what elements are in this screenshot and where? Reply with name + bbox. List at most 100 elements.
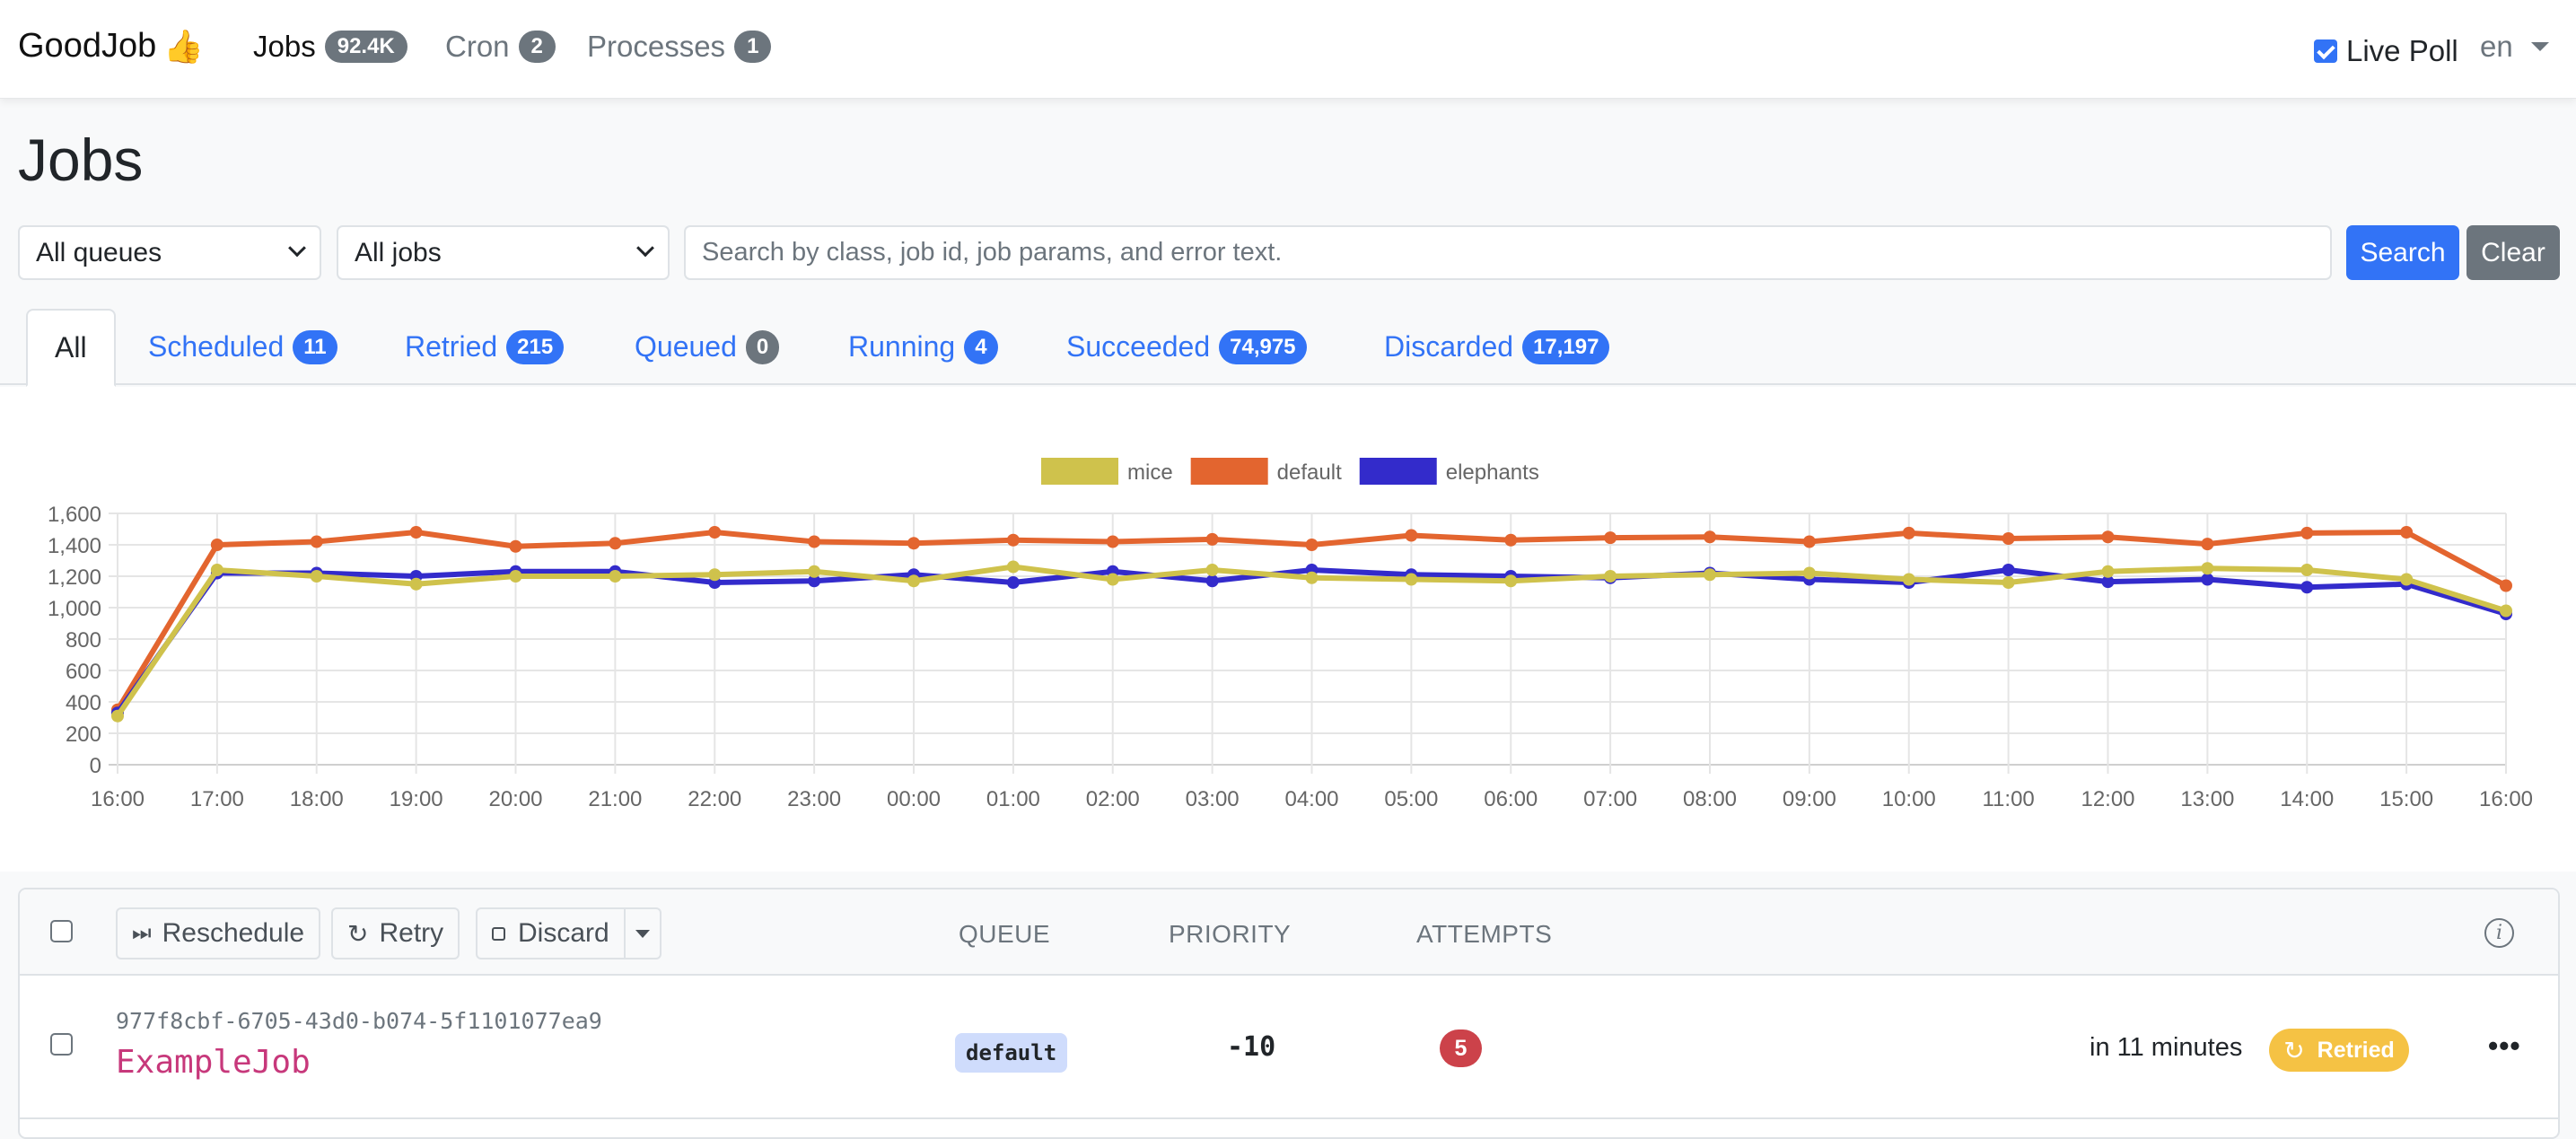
tab-queued[interactable]: Queued 0 xyxy=(635,309,780,385)
legend-swatch-default xyxy=(1190,458,1268,485)
search-button[interactable]: Search xyxy=(2346,225,2459,280)
retry-arrow-icon: ↻ xyxy=(347,919,369,948)
tab-label: Running xyxy=(848,330,956,363)
y-tick-label: 1,000 xyxy=(48,597,101,621)
data-point-mice xyxy=(1902,573,1915,586)
data-point-default xyxy=(907,537,920,550)
live-poll-toggle[interactable]: Live Poll xyxy=(2314,34,2458,68)
tab-succeeded[interactable]: Succeeded 74,975 xyxy=(1066,309,1307,385)
data-point-mice xyxy=(409,577,423,591)
x-tick-label: 22:00 xyxy=(688,787,741,811)
y-tick-label: 800 xyxy=(66,628,101,653)
tab-count-badge: 0 xyxy=(745,329,780,364)
retry-button[interactable]: ↻ Retry xyxy=(331,907,460,959)
data-point-elephants xyxy=(2300,581,2314,594)
data-point-mice xyxy=(1006,560,1020,574)
data-point-default xyxy=(2101,530,2115,544)
nav-item-cron[interactable]: Cron 2 xyxy=(445,30,556,64)
data-point-default xyxy=(2002,532,2015,545)
queue-select[interactable]: All queues xyxy=(18,225,321,280)
chevron-down-icon xyxy=(288,238,306,257)
reschedule-label: Reschedule xyxy=(162,918,305,948)
jobs-table: ⏭ Reschedule ↻ Retry Discard QUEUE PRIOR… xyxy=(18,888,2560,1139)
brand-link[interactable]: GoodJob 👍 xyxy=(18,27,204,66)
y-tick-label: 600 xyxy=(66,660,101,684)
data-point-elephants xyxy=(2002,564,2015,576)
job-class-select[interactable]: All jobs xyxy=(337,225,670,280)
nav-item-label: Processes xyxy=(587,30,726,63)
nav-item-jobs[interactable]: Jobs 92.4K xyxy=(253,30,407,64)
x-tick-label: 07:00 xyxy=(1583,787,1637,811)
nav-item-processes[interactable]: Processes 1 xyxy=(587,30,772,64)
data-point-mice xyxy=(609,570,622,583)
data-point-default xyxy=(2400,526,2414,539)
table-row[interactable]: 977f8cbf-6705-43d0-b074-5f1101077ea9 Exa… xyxy=(20,976,2558,1119)
x-tick-label: 03:00 xyxy=(1186,787,1240,811)
tab-retried[interactable]: Retried 215 xyxy=(405,309,565,385)
data-point-default xyxy=(1802,535,1816,548)
data-point-mice xyxy=(1405,573,1418,586)
data-point-mice xyxy=(708,568,722,582)
legend-swatch-elephants xyxy=(1359,458,1437,485)
y-tick-label: 1,200 xyxy=(48,565,101,590)
data-point-elephants xyxy=(1006,576,1020,589)
tab-scheduled[interactable]: Scheduled 11 xyxy=(148,309,337,385)
locale-dropdown[interactable]: en xyxy=(2480,30,2549,64)
x-tick-label: 01:00 xyxy=(986,787,1040,811)
data-point-default xyxy=(609,537,622,550)
reschedule-button[interactable]: ⏭ Reschedule xyxy=(116,907,321,959)
table-header: ⏭ Reschedule ↻ Retry Discard QUEUE PRIOR… xyxy=(20,889,2558,976)
x-tick-label: 17:00 xyxy=(190,787,244,811)
x-tick-label: 15:00 xyxy=(2379,787,2433,811)
tab-all[interactable]: All xyxy=(26,309,116,387)
tab-label: All xyxy=(55,331,87,364)
y-tick-label: 400 xyxy=(66,691,101,715)
info-icon[interactable]: i xyxy=(2484,918,2514,948)
discard-label: Discard xyxy=(518,918,609,948)
data-point-mice xyxy=(2201,562,2214,575)
tab-discarded[interactable]: Discarded 17,197 xyxy=(1384,309,1610,385)
job-class-link[interactable]: ExampleJob xyxy=(116,1044,311,1081)
clear-button[interactable]: Clear xyxy=(2466,225,2560,280)
data-point-elephants xyxy=(1205,574,1219,588)
data-point-default xyxy=(310,535,323,548)
row-actions-menu[interactable]: ••• xyxy=(2488,1029,2521,1063)
job-id: 977f8cbf-6705-43d0-b074-5f1101077ea9 xyxy=(116,1008,602,1034)
data-point-mice xyxy=(907,574,920,588)
data-point-mice xyxy=(808,565,821,578)
x-tick-label: 14:00 xyxy=(2280,787,2334,811)
nav-item-label: Cron xyxy=(445,30,510,63)
data-point-default xyxy=(1504,533,1518,547)
caret-down-icon xyxy=(2530,42,2549,51)
data-point-default xyxy=(1106,535,1119,548)
brand-name: GoodJob xyxy=(18,27,157,65)
legend-label-default: default xyxy=(1277,460,1342,485)
column-header-priority: PRIORITY xyxy=(1169,920,1292,948)
tab-running[interactable]: Running 4 xyxy=(848,309,998,385)
row-checkbox[interactable] xyxy=(50,1033,73,1056)
search-input[interactable] xyxy=(684,225,2332,280)
data-point-default xyxy=(708,526,722,539)
legend-label-mice: mice xyxy=(1127,460,1173,485)
tab-label: Succeeded xyxy=(1066,330,1211,363)
status-label: Retried xyxy=(2317,1037,2395,1063)
queue-badge: default xyxy=(955,1033,1068,1073)
data-point-default xyxy=(2201,538,2214,551)
nav-badge: 1 xyxy=(734,31,772,63)
fast-forward-icon: ⏭ xyxy=(132,921,152,945)
discard-button[interactable]: Discard xyxy=(492,909,626,958)
discard-button-group: Discard xyxy=(476,907,662,959)
x-tick-label: 21:00 xyxy=(588,787,642,811)
x-tick-label: 09:00 xyxy=(1783,787,1836,811)
x-tick-label: 20:00 xyxy=(488,787,542,811)
live-poll-checkbox[interactable] xyxy=(2314,39,2337,63)
legend-label-elephants: elephants xyxy=(1446,460,1539,485)
y-tick-label: 1,400 xyxy=(48,534,101,558)
select-all-checkbox[interactable] xyxy=(50,920,73,942)
retry-label: Retry xyxy=(379,918,444,948)
discard-dropdown-toggle[interactable] xyxy=(626,909,660,958)
nav-badge: 2 xyxy=(518,31,556,63)
x-tick-label: 06:00 xyxy=(1484,787,1538,811)
x-tick-label: 05:00 xyxy=(1384,787,1438,811)
data-point-default xyxy=(409,526,423,539)
